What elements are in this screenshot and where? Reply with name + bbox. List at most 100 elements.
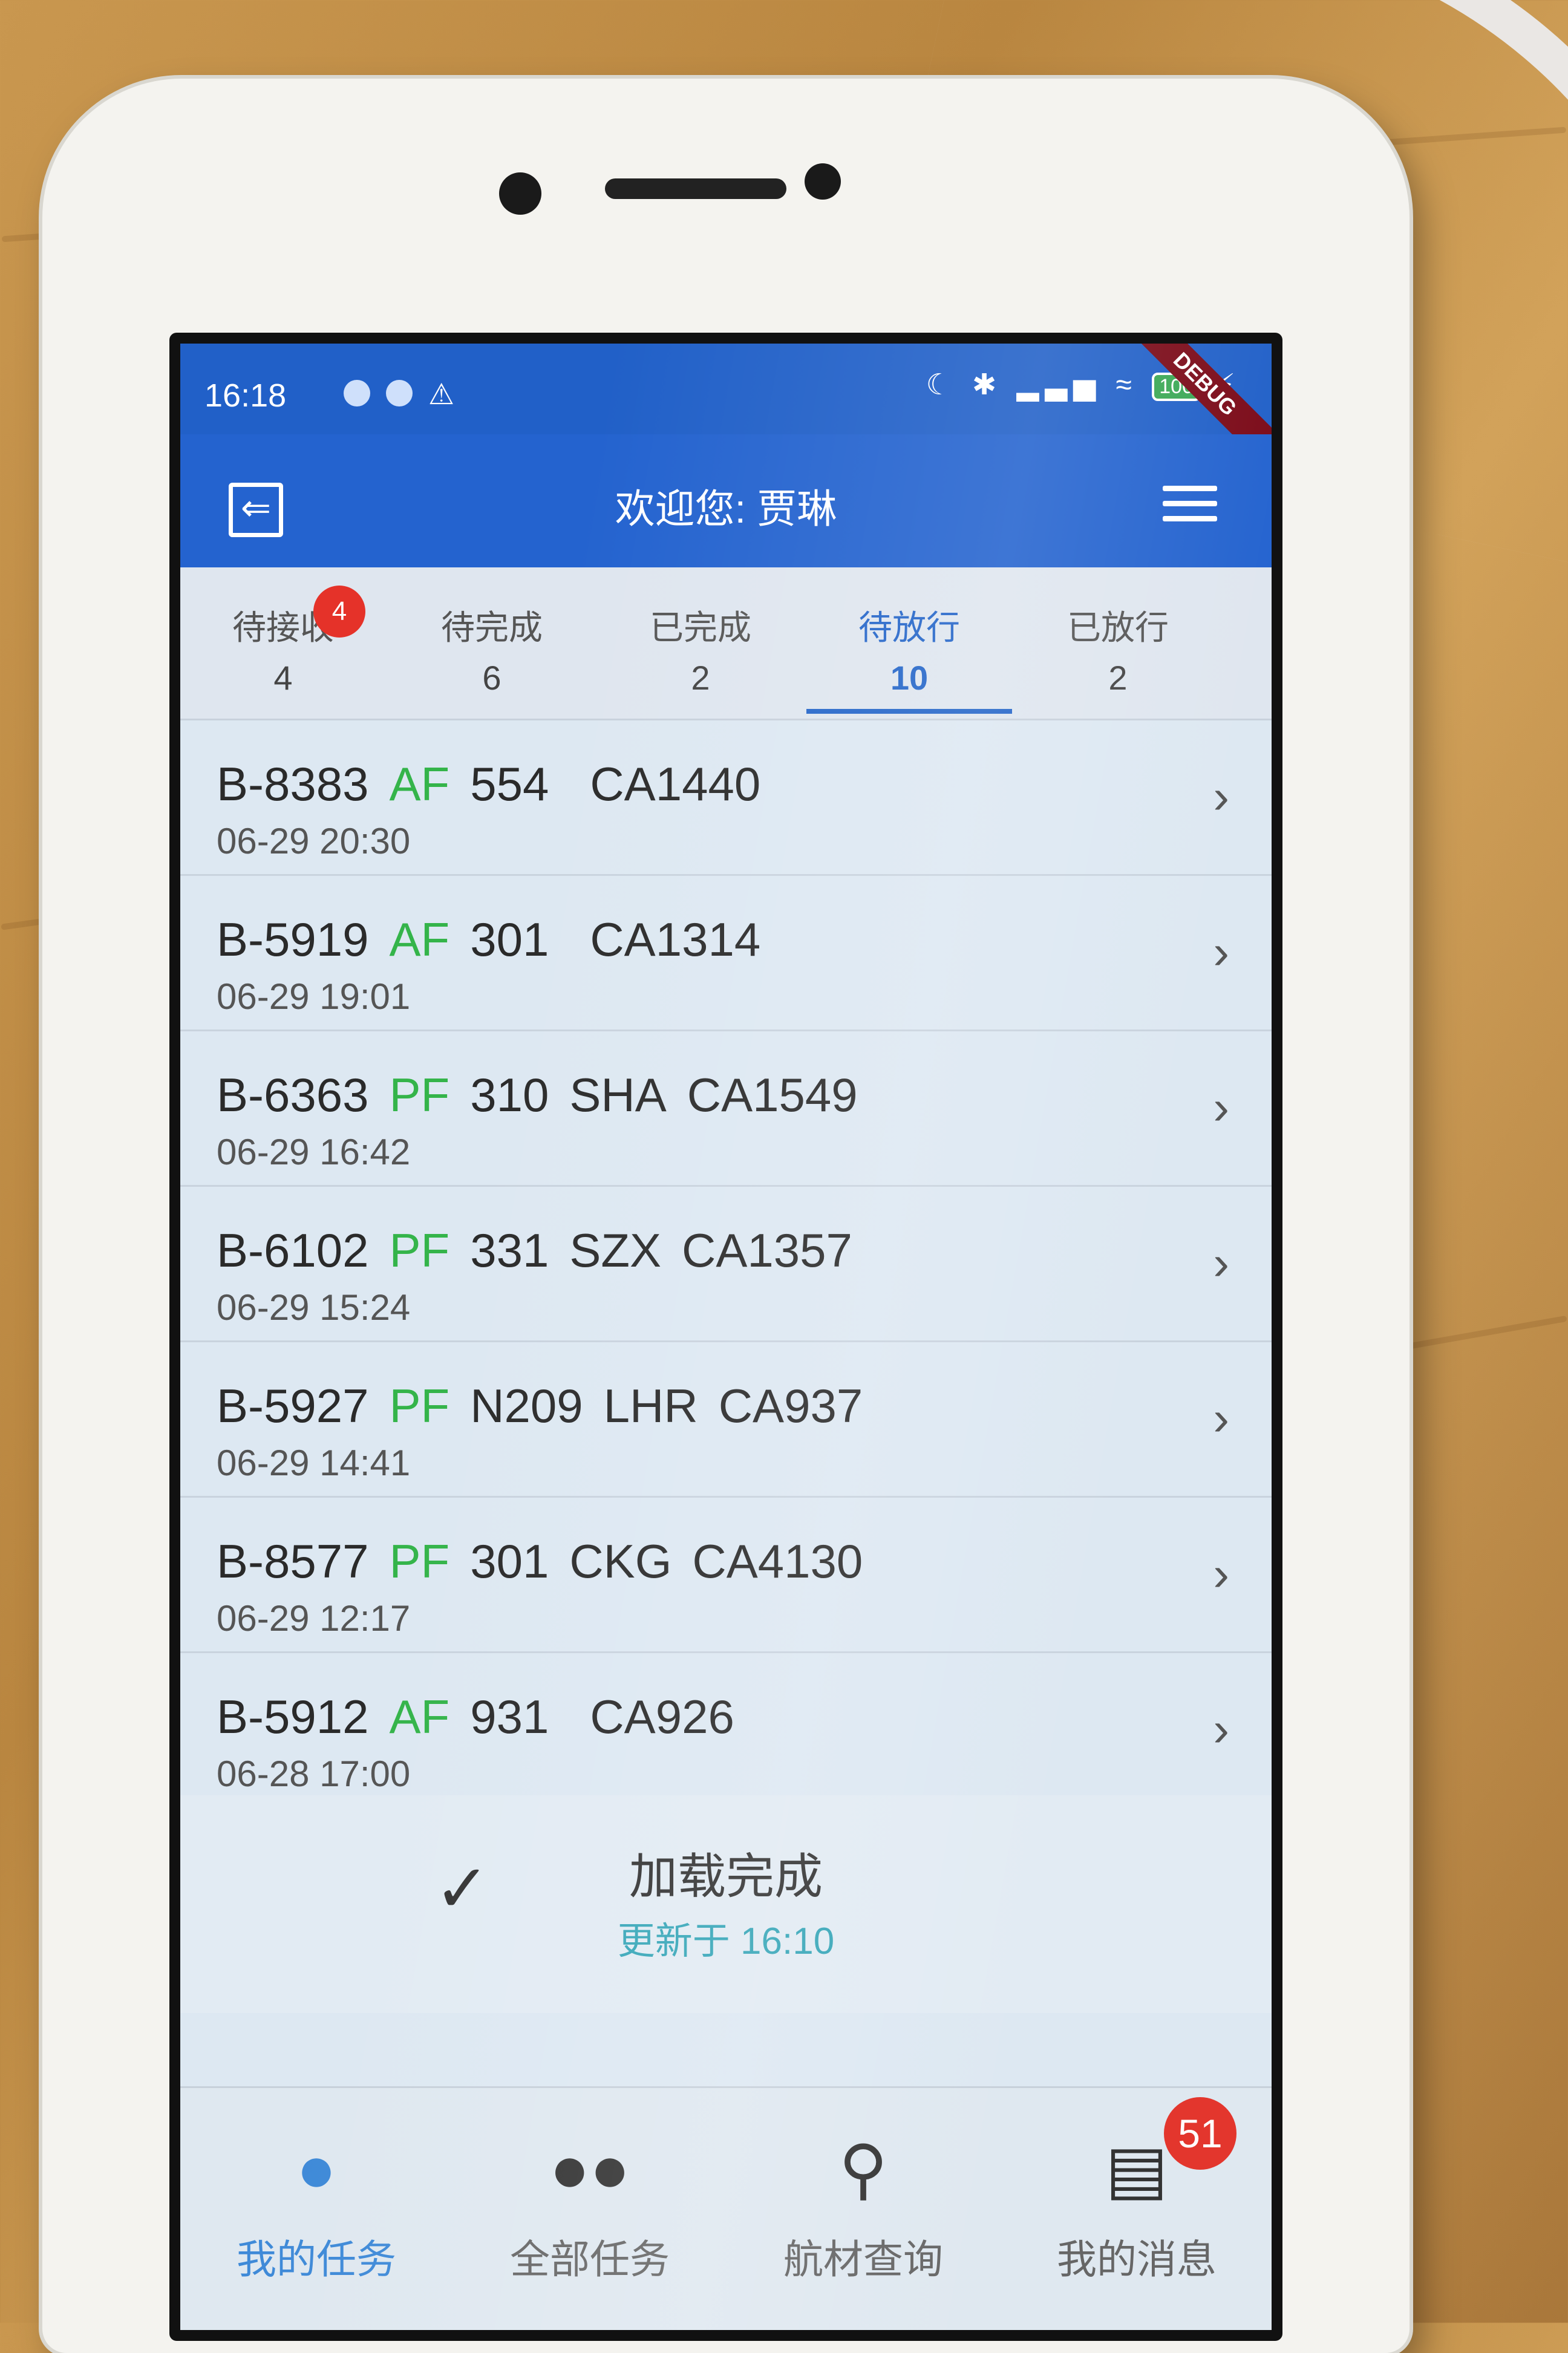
tab-pending-receive[interactable]: 待接收 4 4 <box>180 567 386 719</box>
status-time: 16:18 <box>204 377 287 414</box>
task-row[interactable]: B-6102 PF 331 SZX CA1357 06-29 15:24 › <box>180 1187 1272 1342</box>
flight-number: CA926 <box>590 1690 734 1743</box>
flight-number: CA937 <box>718 1379 863 1432</box>
nav-my-tasks[interactable]: ● 我的任务 <box>180 2088 452 2330</box>
task-code: 331 <box>470 1224 549 1277</box>
tab-label: 待完成 <box>441 609 543 647</box>
flight-number: CA4130 <box>692 1535 863 1588</box>
aircraft-registration: B-5912 <box>217 1690 369 1743</box>
task-summary: B-5919 AF 301 CA1314 <box>217 912 781 967</box>
task-code: 301 <box>470 1535 549 1588</box>
aircraft-registration: B-8577 <box>217 1535 369 1588</box>
tab-badge: 4 <box>313 586 365 638</box>
menu-icon[interactable] <box>1163 486 1217 531</box>
task-status: AF <box>389 913 450 966</box>
station-code: LHR <box>603 1379 698 1432</box>
search-icon: ⚲ <box>838 2132 888 2207</box>
task-code: 310 <box>470 1068 549 1121</box>
task-row[interactable]: B-6363 PF 310 SHA CA1549 06-29 16:42 › <box>180 1031 1272 1187</box>
task-status: AF <box>389 1690 450 1743</box>
bottom-navigation: ● 我的任务 ●● 全部任务 ⚲ 航材查询 ▤ 我的消息 51 <box>180 2086 1272 2330</box>
bluetooth-icon: ✱ <box>972 369 1003 401</box>
tab-pending-complete[interactable]: 待完成 6 <box>389 567 595 719</box>
task-row[interactable]: B-5927 PF N209 LHR CA937 06-29 14:41 › <box>180 1342 1272 1498</box>
warning-icon: ⚠ <box>428 379 455 411</box>
task-summary: B-6102 PF 331 SZX CA1357 <box>217 1223 873 1278</box>
tab-label: 已完成 <box>650 609 751 647</box>
signal-icon: ▂▃▅ <box>1016 369 1102 401</box>
task-time: 06-29 16:42 <box>217 1132 411 1172</box>
flight-number: CA1440 <box>590 757 761 811</box>
chevron-right-icon: › <box>1213 925 1229 979</box>
station-code: SZX <box>569 1224 662 1277</box>
tab-count: 2 <box>1108 659 1128 697</box>
aircraft-registration: B-8383 <box>217 757 369 811</box>
tab-count: 6 <box>482 659 501 697</box>
nav-parts-search[interactable]: ⚲ 航材查询 <box>727 2088 999 2330</box>
task-code: 554 <box>470 757 549 811</box>
tab-label: 待放行 <box>858 609 960 647</box>
notification-dot-icon <box>344 380 370 406</box>
task-summary: B-8577 PF 301 CKG CA4130 <box>217 1534 883 1589</box>
flight-number: CA1357 <box>682 1224 852 1277</box>
task-time: 06-29 20:30 <box>217 821 411 861</box>
task-row[interactable]: B-5912 AF 931 CA926 06-28 17:00 › <box>180 1653 1272 1809</box>
page-title: 欢迎您: 贾琳 <box>615 486 837 531</box>
task-status: AF <box>389 757 450 811</box>
chevron-right-icon: › <box>1213 1547 1229 1601</box>
aircraft-registration: B-5927 <box>217 1379 369 1432</box>
phone-screen: 16:18 ⚠ ☾ ✱ ▂▃▅ ≈ 100 ⚡ DEBUG ⇐ 欢迎您: 贾琳 <box>169 333 1282 2341</box>
group-icon: ●● <box>549 2132 630 2206</box>
nav-my-messages[interactable]: ▤ 我的消息 51 <box>1001 2088 1272 2330</box>
status-bar: 16:18 ⚠ ☾ ✱ ▂▃▅ ≈ 100 ⚡ DEBUG <box>180 344 1272 473</box>
task-code: N209 <box>470 1379 583 1432</box>
task-row[interactable]: B-8383 AF 554 CA1440 06-29 20:30 › <box>180 720 1272 876</box>
flight-number: CA1549 <box>687 1068 858 1121</box>
chevron-right-icon: › <box>1213 769 1229 823</box>
station-code: SHA <box>569 1068 667 1121</box>
task-summary: B-6363 PF 310 SHA CA1549 <box>217 1068 878 1123</box>
tab-count: 4 <box>273 659 293 697</box>
app-display: 16:18 ⚠ ☾ ✱ ▂▃▅ ≈ 100 ⚡ DEBUG ⇐ 欢迎您: 贾琳 <box>180 344 1272 2330</box>
wifi-icon: ≈ <box>1116 369 1138 401</box>
task-list: B-8383 AF 554 CA1440 06-29 20:30 › B-5919 AF… <box>180 720 1272 1809</box>
chevron-right-icon: › <box>1213 1391 1229 1445</box>
nav-all-tasks[interactable]: ●● 全部任务 <box>454 2088 726 2330</box>
task-row[interactable]: B-8577 PF 301 CKG CA4130 06-29 12:17 › <box>180 1498 1272 1653</box>
front-camera <box>499 172 541 215</box>
nav-label: 我的消息 <box>1057 2237 1217 2282</box>
task-code: 931 <box>470 1690 549 1743</box>
flight-number: CA1314 <box>590 913 761 966</box>
chevron-right-icon: › <box>1213 1702 1229 1756</box>
chevron-right-icon: › <box>1213 1236 1229 1290</box>
tab-released[interactable]: 已放行 2 <box>1015 567 1221 719</box>
task-tabs: 待接收 4 4 待完成 6 已完成 2 待放行 10 已放行 2 <box>180 567 1272 973</box>
task-time: 06-29 19:01 <box>217 976 411 1017</box>
message-count-badge: 51 <box>1164 2097 1236 2170</box>
tab-label: 已放行 <box>1067 609 1169 647</box>
tab-pending-release[interactable]: 待放行 10 <box>806 567 1012 719</box>
task-time: 06-28 17:00 <box>217 1754 411 1794</box>
nav-label: 我的任务 <box>237 2237 396 2282</box>
task-code: 301 <box>470 913 549 966</box>
task-time: 06-29 15:24 <box>217 1287 411 1328</box>
phone-body: 16:18 ⚠ ☾ ✱ ▂▃▅ ≈ 100 ⚡ DEBUG ⇐ 欢迎您: 贾琳 <box>42 79 1410 2353</box>
tab-completed[interactable]: 已完成 2 <box>598 567 803 719</box>
task-status: PF <box>389 1068 450 1121</box>
wood-grain <box>1392 1315 1567 1353</box>
proximity-sensor <box>805 163 841 200</box>
chevron-right-icon: › <box>1213 1080 1229 1134</box>
station-code: CKG <box>569 1535 672 1588</box>
aircraft-registration: B-5919 <box>217 913 369 966</box>
task-row[interactable]: B-5919 AF 301 CA1314 06-29 19:01 › <box>180 876 1272 1031</box>
load-complete-text: 加载完成 <box>629 1850 823 1904</box>
active-tab-indicator <box>806 709 1012 714</box>
app-bar: ⇐ 欢迎您: 贾琳 <box>180 434 1272 567</box>
aircraft-registration: B-6102 <box>217 1224 369 1277</box>
tab-count: 10 <box>890 659 929 697</box>
moon-icon: ☾ <box>926 369 958 401</box>
last-updated-text: 更新于 16:10 <box>617 1921 835 1962</box>
aircraft-registration: B-6363 <box>217 1068 369 1121</box>
refresh-footer: ✓ 加载完成 更新于 16:10 <box>180 1795 1272 2013</box>
task-time: 06-29 12:17 <box>217 1598 411 1639</box>
